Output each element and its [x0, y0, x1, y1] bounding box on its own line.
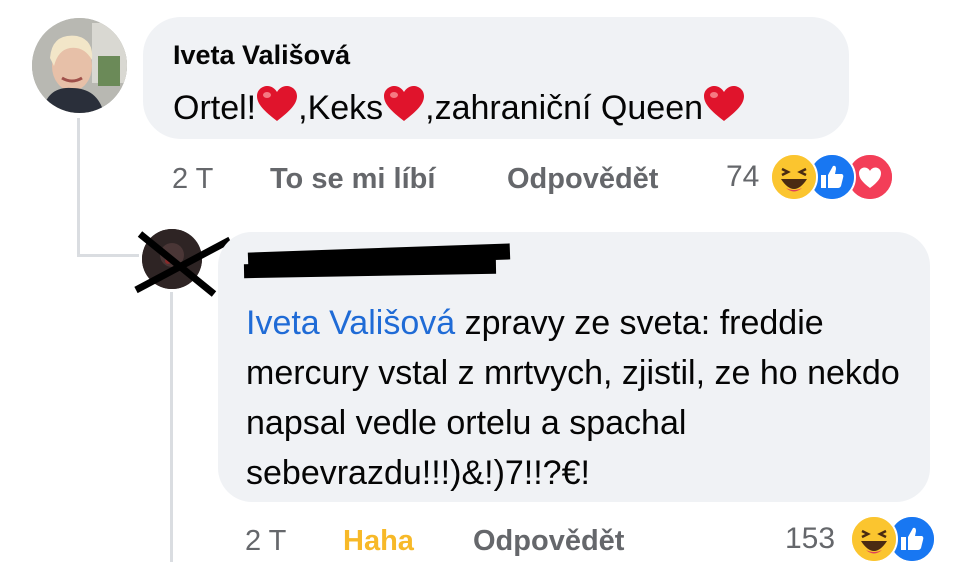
- comment-bubble: Iveta Vališová Ortel! ,Keks ,zahraniční Qu…: [143, 17, 849, 139]
- reaction-icons[interactable]: [770, 153, 894, 201]
- comment-actions: 2 T To se mi líbí Odpovědět: [172, 163, 692, 199]
- haha-icon: [770, 153, 818, 201]
- reply-actions: 2 T Haha Odpovědět: [245, 525, 665, 561]
- reaction-count[interactable]: 74: [726, 160, 759, 194]
- comment-time[interactable]: 2 T: [172, 163, 213, 196]
- heart-icon: [384, 86, 425, 121]
- heart-icon: [704, 86, 745, 121]
- comment-text: Ortel! ,Keks ,zahraniční Queen: [173, 85, 745, 128]
- avatar[interactable]: [32, 18, 127, 113]
- haha-icon: [850, 515, 898, 563]
- reply-button[interactable]: Odpovědět: [507, 163, 658, 196]
- reply-time[interactable]: 2 T: [245, 525, 286, 558]
- reaction-icons[interactable]: [850, 515, 936, 563]
- heart-icon: [257, 86, 298, 121]
- mention-link[interactable]: Iveta Vališová: [246, 304, 455, 342]
- comment-author[interactable]: Iveta Vališová: [173, 40, 350, 71]
- reply-button[interactable]: Odpovědět: [473, 525, 624, 558]
- reply-text: Iveta Vališová zpravy ze sveta: freddie …: [246, 304, 900, 492]
- reaction-count[interactable]: 153: [785, 522, 835, 556]
- thread-line-vertical-2: [170, 292, 173, 562]
- thread-line-curve: [77, 254, 139, 257]
- haha-reaction-button[interactable]: Haha: [343, 525, 414, 558]
- thread-line-vertical: [77, 118, 80, 254]
- like-button[interactable]: To se mi líbí: [270, 163, 435, 196]
